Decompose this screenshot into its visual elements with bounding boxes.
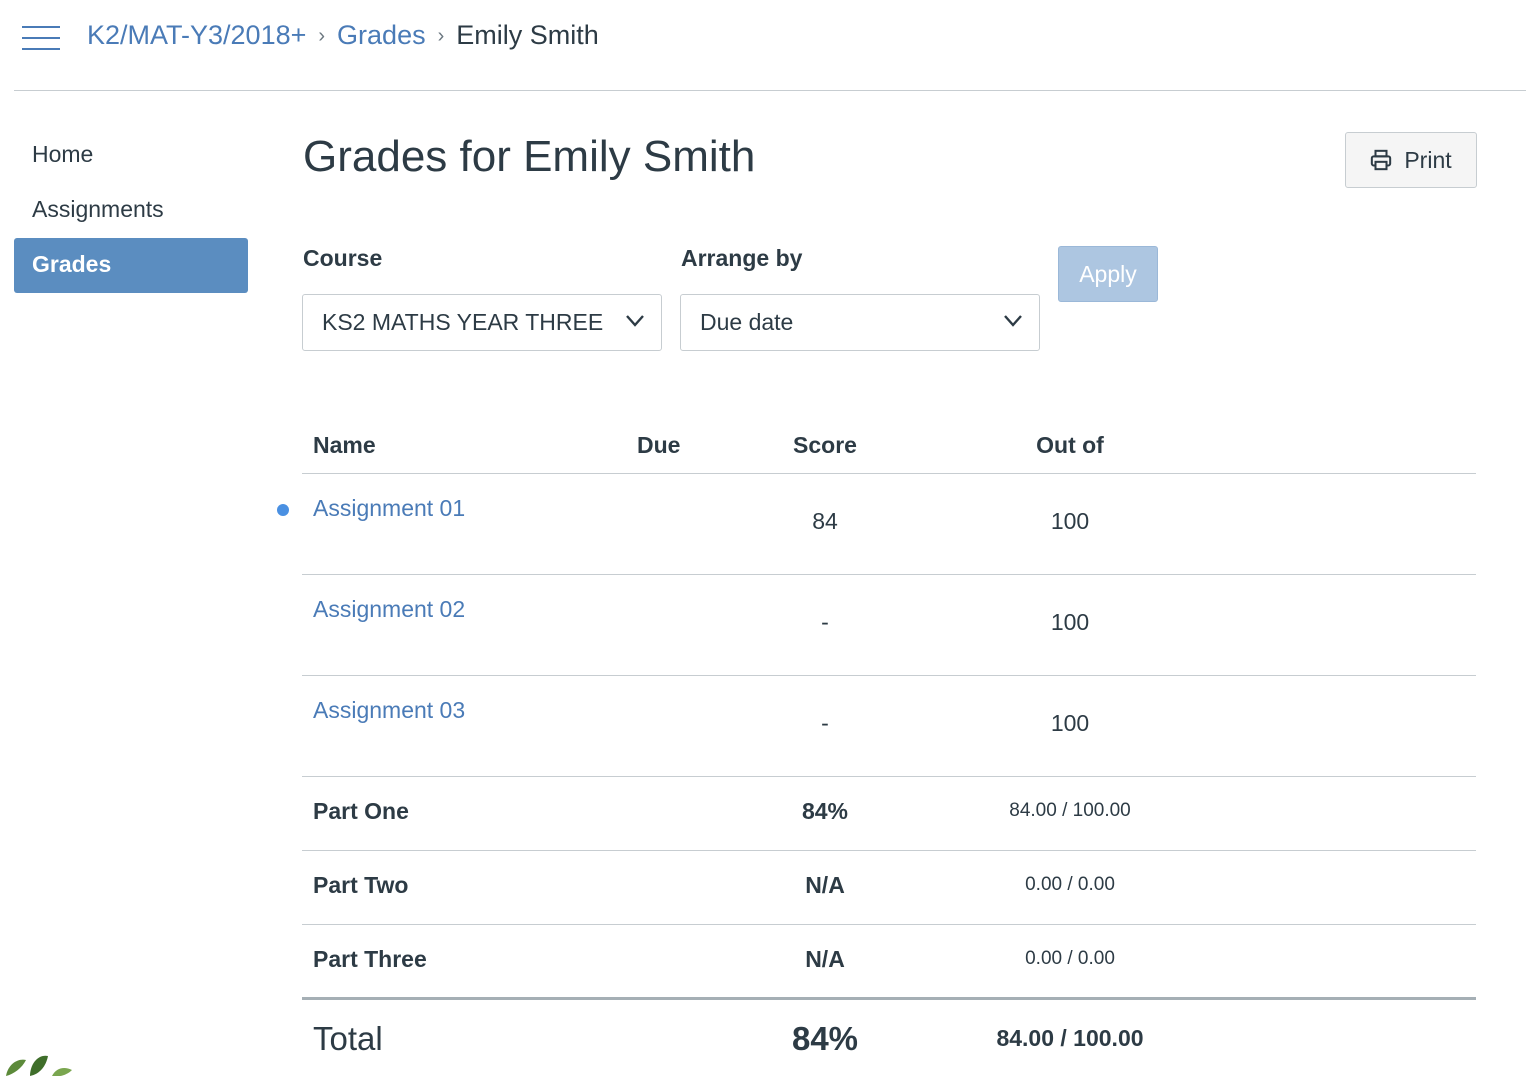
chevron-down-icon (626, 315, 644, 327)
assignment-score: - (821, 710, 829, 736)
group-fraction: 0.00 / 0.00 (1025, 948, 1115, 969)
assignment-score: 84 (812, 508, 838, 534)
header-divider (14, 90, 1526, 91)
arrange-by-select-value: Due date (700, 309, 794, 335)
assignment-link[interactable]: Assignment 01 (313, 495, 465, 522)
page-title: Grades for Emily Smith (303, 132, 756, 181)
group-fraction: 84.00 / 100.00 (1009, 800, 1131, 821)
breadcrumb-separator-icon: › (318, 25, 326, 47)
group-score: 84% (801, 798, 849, 824)
course-label: Course (303, 245, 383, 271)
row-divider (302, 675, 1476, 676)
breadcrumb-grades-link[interactable]: Grades (337, 20, 426, 50)
total-score: 84% (791, 1020, 859, 1057)
sidebar-item-assignments[interactable]: Assignments (14, 183, 248, 238)
group-score: N/A (805, 946, 845, 972)
sidebar-item-grades[interactable]: Grades (14, 238, 248, 293)
sidebar-item-home[interactable]: Home (14, 128, 248, 183)
unread-indicator-icon (277, 504, 289, 516)
top-bar: K2/MAT-Y3/2018+ › Grades › Emily Smith (0, 0, 1526, 90)
assignment-link[interactable]: Assignment 02 (313, 596, 465, 623)
assignment-out-of: 100 (1050, 508, 1090, 534)
group-name: Part Two (313, 872, 409, 898)
assignment-link[interactable]: Assignment 03 (313, 697, 465, 724)
course-select-value: KS2 MATHS YEAR THREE (322, 309, 604, 335)
breadcrumb-current: Emily Smith (456, 20, 599, 50)
print-button[interactable]: Print (1345, 132, 1477, 188)
group-name: Part One (313, 798, 409, 824)
breadcrumb-separator-icon: › (437, 25, 445, 47)
course-select[interactable]: KS2 MATHS YEAR THREE (302, 294, 662, 351)
breadcrumb-course-link[interactable]: K2/MAT-Y3/2018+ (87, 20, 306, 50)
course-navigation: Home Assignments Grades (14, 128, 248, 293)
breadcrumb: K2/MAT-Y3/2018+ › Grades › Emily Smith (87, 17, 599, 56)
leaf-decoration-icon (6, 1055, 72, 1076)
row-divider (302, 776, 1476, 777)
group-name: Part Three (313, 946, 427, 972)
apply-button[interactable]: Apply (1058, 246, 1158, 302)
total-label: Total (313, 1020, 383, 1057)
assignment-out-of: 100 (1050, 710, 1090, 736)
print-button-label: Print (1404, 146, 1452, 173)
row-divider (302, 924, 1476, 925)
printer-icon (1371, 149, 1392, 171)
row-divider (302, 574, 1476, 575)
arrange-by-select[interactable]: Due date (680, 294, 1040, 351)
group-fraction: 0.00 / 0.00 (1025, 874, 1115, 895)
hamburger-menu-icon[interactable] (22, 24, 60, 52)
chevron-down-icon (1004, 315, 1022, 327)
total-divider (302, 997, 1476, 1000)
column-header-score[interactable]: Score (765, 432, 885, 459)
column-header-name[interactable]: Name (313, 432, 376, 459)
assignment-score: - (821, 609, 829, 635)
column-header-out-of[interactable]: Out of (970, 432, 1170, 459)
assignment-out-of: 100 (1050, 609, 1090, 635)
table-header-divider (302, 473, 1476, 474)
total-fraction: 84.00 / 100.00 (996, 1025, 1144, 1051)
arrange-by-label: Arrange by (681, 245, 803, 271)
row-divider (302, 850, 1476, 851)
group-score: N/A (805, 872, 845, 898)
column-header-due[interactable]: Due (637, 432, 680, 459)
